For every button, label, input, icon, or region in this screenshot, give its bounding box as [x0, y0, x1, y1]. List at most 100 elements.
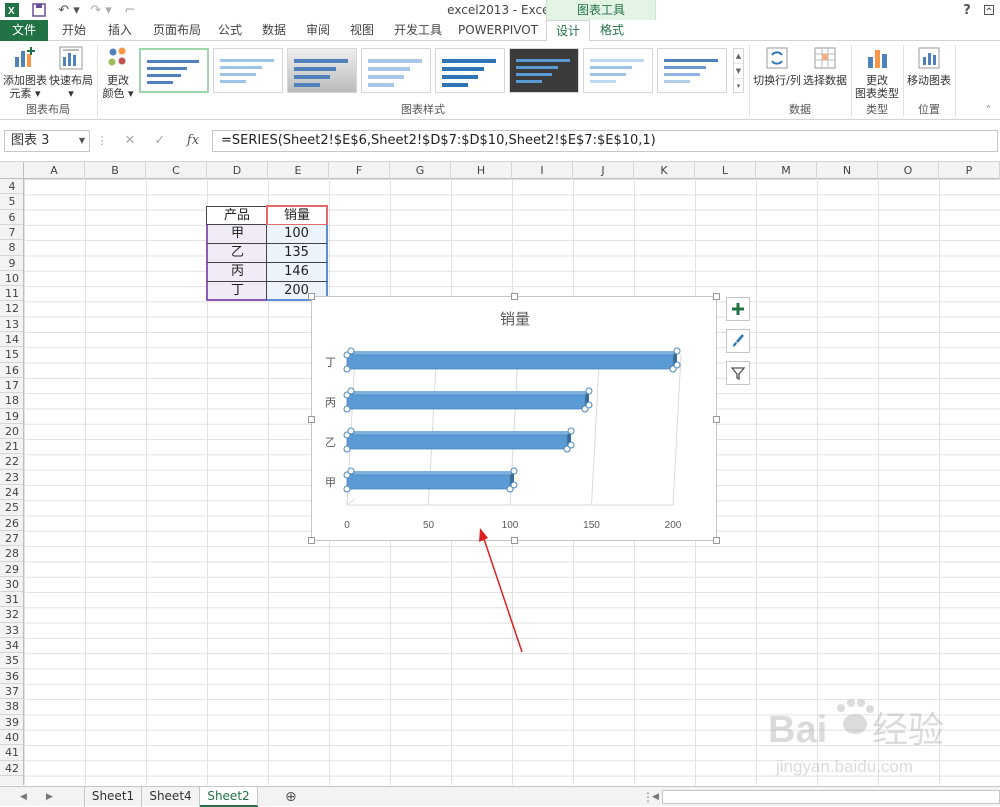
- sheet-scroll-left-icon[interactable]: ◀: [20, 787, 27, 807]
- row-header[interactable]: 30: [0, 577, 23, 593]
- row-header[interactable]: 37: [0, 684, 23, 700]
- row-header[interactable]: 22: [0, 454, 23, 470]
- chart-bar-selection-handle[interactable]: [585, 401, 593, 409]
- column-header-l[interactable]: L: [695, 162, 756, 180]
- row-header[interactable]: 12: [0, 301, 23, 317]
- row-header[interactable]: 27: [0, 531, 23, 547]
- chart-bar-selection-handle[interactable]: [343, 445, 351, 453]
- chart-bar[interactable]: [343, 347, 681, 373]
- gallery-up-icon[interactable]: ▲: [734, 49, 743, 64]
- resize-handle-right[interactable]: [713, 416, 720, 423]
- chart-bar-selection-handle[interactable]: [347, 427, 355, 435]
- chart-filters-button[interactable]: [726, 361, 750, 385]
- row-header[interactable]: 31: [0, 592, 23, 608]
- row-header[interactable]: 32: [0, 607, 23, 623]
- chart-style-2-thumbnail[interactable]: [213, 48, 283, 93]
- row-header[interactable]: 28: [0, 546, 23, 562]
- select-all-corner[interactable]: [0, 162, 24, 180]
- tab-data[interactable]: 数据: [252, 20, 296, 41]
- chart-bar-selection-handle[interactable]: [347, 467, 355, 475]
- chart-bar[interactable]: [343, 387, 593, 413]
- sheet-tab-sheet1[interactable]: Sheet1: [84, 787, 142, 807]
- tab-format[interactable]: 格式: [590, 20, 634, 41]
- row-header[interactable]: 41: [0, 745, 23, 761]
- row-header[interactable]: 26: [0, 516, 23, 531]
- tab-developer[interactable]: 开发工具: [386, 20, 450, 41]
- tab-insert[interactable]: 插入: [98, 20, 142, 41]
- quick-layout-button[interactable]: 快速布局 ▾: [48, 45, 94, 100]
- resize-handle-top-right[interactable]: [713, 293, 720, 300]
- select-data-button[interactable]: 选择数据: [802, 45, 848, 87]
- hscroll-left-icon[interactable]: ◀: [652, 787, 659, 807]
- chart-style-4-thumbnail[interactable]: [361, 48, 431, 93]
- change-chart-type-button[interactable]: 更改 图表类型: [854, 45, 900, 100]
- sheet-scroll-right-icon[interactable]: ▶: [46, 787, 53, 807]
- column-header-f[interactable]: F: [329, 162, 390, 180]
- chart-bar-selection-handle[interactable]: [343, 405, 351, 413]
- row-header[interactable]: 36: [0, 669, 23, 684]
- table-cell-product-3[interactable]: 丙: [206, 263, 268, 282]
- column-header-i[interactable]: I: [512, 162, 573, 180]
- cancel-icon[interactable]: ✕: [118, 130, 142, 152]
- column-header-b[interactable]: B: [85, 162, 146, 180]
- column-header-h[interactable]: H: [451, 162, 512, 180]
- formula-input[interactable]: =SERIES(Sheet2!$E$6,Sheet2!$D$7:$D$10,Sh…: [212, 130, 998, 152]
- column-header-o[interactable]: O: [878, 162, 939, 180]
- help-button[interactable]: ?: [960, 1, 974, 19]
- resize-handle-bottom-left[interactable]: [308, 537, 315, 544]
- chart-bar[interactable]: [343, 427, 575, 453]
- chart-bar-selection-handle[interactable]: [510, 481, 518, 489]
- change-colors-button[interactable]: 更改 颜色 ▾: [100, 45, 136, 100]
- enter-icon[interactable]: ✓: [148, 130, 172, 152]
- column-header-e[interactable]: E: [268, 162, 329, 180]
- chart-style-8-thumbnail[interactable]: [657, 48, 727, 93]
- row-header[interactable]: 20: [0, 424, 23, 440]
- insert-function-button[interactable]: fx: [180, 130, 206, 152]
- row-header[interactable]: 29: [0, 562, 23, 577]
- ribbon-display-options-icon[interactable]: [982, 1, 996, 19]
- row-header[interactable]: 15: [0, 347, 23, 363]
- horizontal-scrollbar[interactable]: [662, 790, 1000, 804]
- chart-bar-selection-handle[interactable]: [567, 427, 575, 435]
- resize-handle-top-left[interactable]: [308, 293, 315, 300]
- column-header-p[interactable]: P: [939, 162, 1000, 180]
- chart-style-1-thumbnail[interactable]: [139, 48, 209, 93]
- column-header-g[interactable]: G: [390, 162, 451, 180]
- row-header[interactable]: 25: [0, 500, 23, 516]
- table-cell-product-2[interactable]: 乙: [206, 244, 268, 263]
- tab-formulas[interactable]: 公式: [210, 20, 250, 41]
- table-cell-sales-1[interactable]: 100: [266, 225, 328, 244]
- tab-design[interactable]: 设计: [546, 20, 590, 42]
- move-chart-button[interactable]: 移动图表: [906, 45, 952, 87]
- chart-styles-gallery-scroll[interactable]: ▲ ▼ ▾: [733, 48, 744, 93]
- row-header[interactable]: 33: [0, 623, 23, 639]
- resize-handle-bottom-right[interactable]: [713, 537, 720, 544]
- chart-styles-button[interactable]: [726, 329, 750, 353]
- column-header-m[interactable]: M: [756, 162, 817, 180]
- column-header-j[interactable]: J: [573, 162, 634, 180]
- chart-bar-selection-handle[interactable]: [567, 441, 575, 449]
- row-header[interactable]: 16: [0, 363, 23, 378]
- column-header-n[interactable]: N: [817, 162, 878, 180]
- chart-bar-selection-handle[interactable]: [343, 365, 351, 373]
- tab-home[interactable]: 开始: [52, 20, 96, 41]
- gallery-more-icon[interactable]: ▾: [734, 79, 743, 94]
- row-header[interactable]: 5: [0, 194, 23, 210]
- tab-file[interactable]: 文件: [0, 20, 48, 41]
- row-header[interactable]: 10: [0, 271, 23, 287]
- row-header[interactable]: 17: [0, 378, 23, 394]
- column-header-a[interactable]: A: [24, 162, 85, 180]
- row-header[interactable]: 23: [0, 470, 23, 486]
- column-header-d[interactable]: D: [207, 162, 268, 180]
- chart-bar-selection-handle[interactable]: [343, 485, 351, 493]
- tab-review[interactable]: 审阅: [298, 20, 338, 41]
- chart-style-6-thumbnail[interactable]: [509, 48, 579, 93]
- tab-view[interactable]: 视图: [340, 20, 384, 41]
- row-header[interactable]: 13: [0, 317, 23, 333]
- name-box-dropdown-icon[interactable]: ▼: [79, 131, 85, 151]
- sheet-tab-sheet4[interactable]: Sheet4: [142, 787, 200, 807]
- chart-bar-selection-handle[interactable]: [347, 347, 355, 355]
- chart-elements-button[interactable]: [726, 297, 750, 321]
- row-header[interactable]: 11: [0, 286, 23, 302]
- row-header[interactable]: 7: [0, 225, 23, 241]
